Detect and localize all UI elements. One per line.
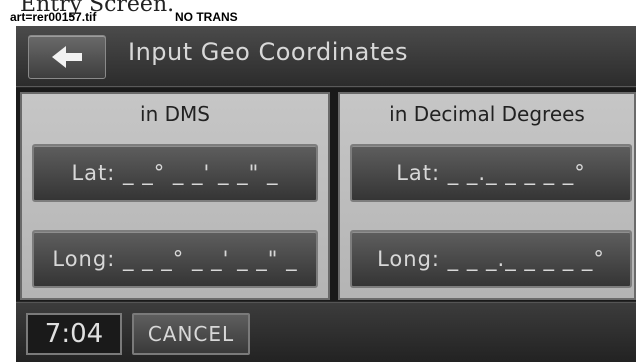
decimal-lat-button[interactable]: Lat: _ _._ _ _ _ _° — [350, 144, 632, 202]
dms-long-button[interactable]: Long: _ _ _° _ _' _ _" _ — [32, 230, 318, 288]
title-bar: Input Geo Coordinates — [16, 26, 636, 87]
bottom-bar: 7:04 CANCEL — [16, 302, 636, 362]
decimal-panel: in Decimal Degrees Lat: _ _._ _ _ _ _° L… — [338, 92, 636, 300]
back-arrow-icon — [52, 46, 82, 68]
decimal-long-button[interactable]: Long: _ _ _._ _ _ _ _° — [350, 230, 632, 288]
dms-panel-title: in DMS — [140, 102, 210, 126]
caption-trans-note: NO TRANS — [175, 10, 238, 24]
back-button[interactable] — [28, 35, 106, 79]
decimal-panel-title: in Decimal Degrees — [389, 102, 585, 126]
caption-art-ref: art=rer00157.tif — [10, 10, 97, 24]
dms-panel: in DMS Lat: _ _° _ _' _ _" _ Long: _ _ _… — [20, 92, 330, 300]
coordinate-panels: in DMS Lat: _ _° _ _' _ _" _ Long: _ _ _… — [16, 88, 636, 301]
clock-display: 7:04 — [26, 313, 122, 355]
nav-screen: Input Geo Coordinates in DMS Lat: _ _° _… — [16, 26, 636, 362]
cancel-button[interactable]: CANCEL — [132, 313, 250, 355]
dms-lat-button[interactable]: Lat: _ _° _ _' _ _" _ — [32, 144, 318, 202]
page-title: Input Geo Coordinates — [128, 38, 409, 66]
